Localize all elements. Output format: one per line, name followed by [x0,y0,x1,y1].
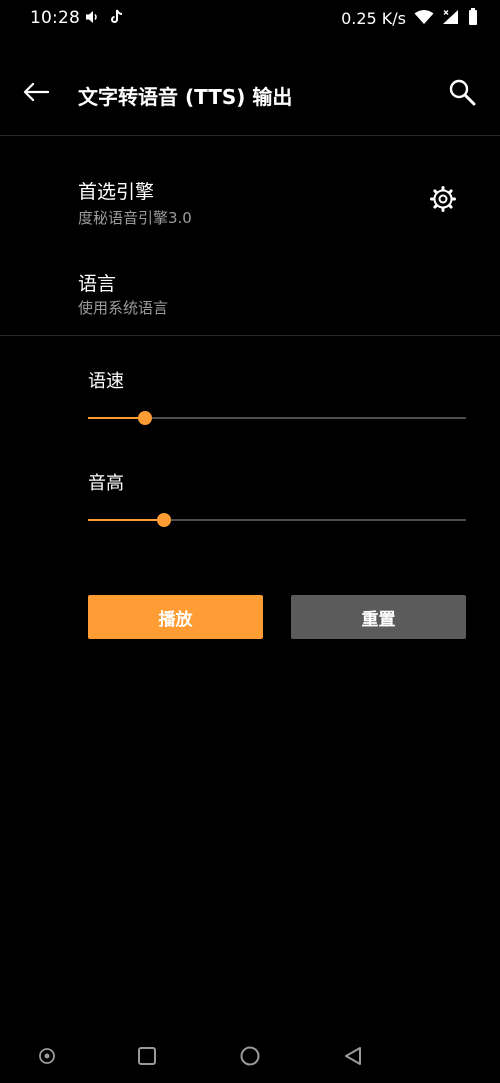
search-icon [448,78,476,110]
app-bar: 文字转语音 (TTS) 输出 [0,52,500,136]
nav-dot-icon[interactable] [34,1043,60,1069]
preferred-engine-item[interactable]: 首选引擎 度秘语音引擎3.0 [0,160,500,240]
battery-icon [468,8,478,29]
back-arrow-icon [23,82,50,106]
signal-icon [442,9,460,29]
status-time: 10:28 [30,8,80,28]
language-item[interactable]: 语言 使用系统语言 [0,252,500,328]
network-speed: 0.25 K/s [341,9,406,28]
tiktok-icon [110,9,124,29]
wifi-icon [414,9,434,29]
mute-icon [84,9,100,29]
pitch-slider[interactable] [88,510,466,530]
gear-icon [429,185,457,217]
header-divider [0,135,500,136]
language-summary: 使用系统语言 [78,299,169,317]
section-divider [0,335,500,336]
recents-icon[interactable] [134,1043,160,1069]
pitch-label: 音高 [88,473,124,494]
engine-settings-button[interactable] [426,184,460,218]
preferred-engine-title: 首选引擎 [78,181,155,203]
home-icon[interactable] [237,1043,263,1069]
play-button[interactable]: 播放 [88,595,263,639]
reset-button[interactable]: 重置 [291,595,466,639]
search-button[interactable] [442,74,482,114]
back-button[interactable] [18,76,54,112]
slider-fill [88,417,145,419]
speech-rate-label: 语速 [88,371,124,392]
back-icon[interactable] [340,1043,366,1069]
status-right: 0.25 K/s [341,8,478,29]
speech-rate-slider[interactable] [88,408,466,428]
status-bar: 10:28 0.25 K/s [0,0,500,38]
slider-fill [88,519,164,521]
language-title: 语言 [78,273,117,295]
status-left-icons [84,9,124,29]
slider-thumb[interactable] [156,513,171,527]
slider-thumb[interactable] [137,411,152,425]
preferred-engine-summary: 度秘语音引擎3.0 [78,209,192,227]
navigation-bar [0,1030,500,1083]
page-title: 文字转语音 (TTS) 输出 [78,85,293,109]
